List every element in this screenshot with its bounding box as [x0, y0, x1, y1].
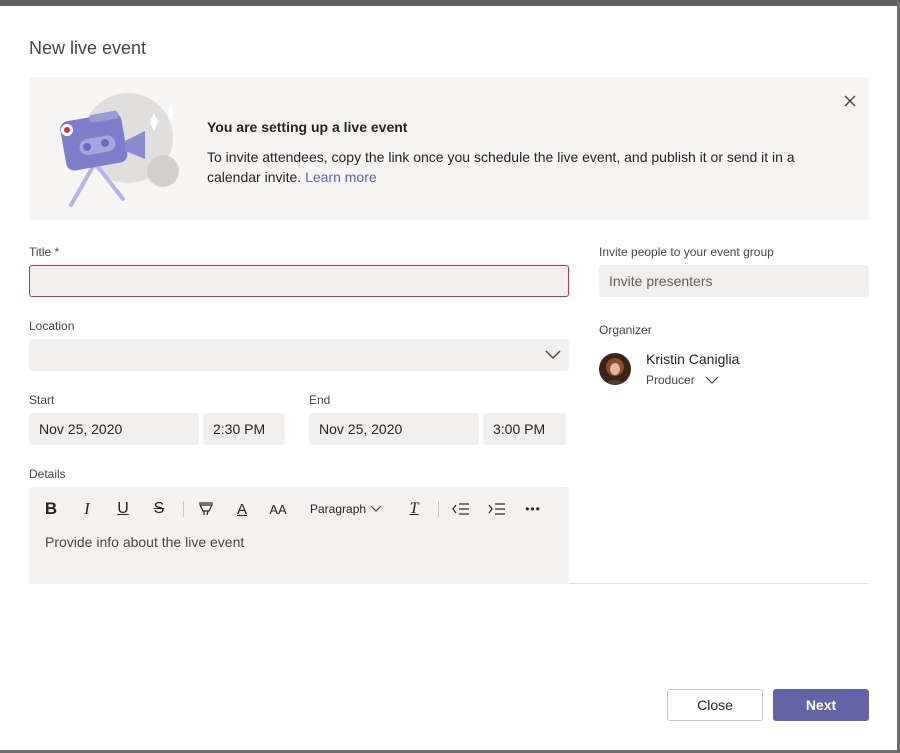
paragraph-dropdown[interactable]: Paragraph: [310, 497, 382, 521]
invite-label: Invite people to your event group: [599, 245, 774, 259]
organizer-role: Producer: [646, 373, 695, 387]
increase-indent-button[interactable]: [485, 497, 509, 521]
details-label: Details: [29, 467, 66, 481]
organizer-label: Organizer: [599, 323, 652, 337]
banner-text: To invite attendees, copy the link once …: [207, 147, 827, 187]
highlight-icon: [199, 502, 213, 516]
font-color-button[interactable]: A: [230, 497, 254, 521]
strikethrough-button[interactable]: S: [147, 497, 171, 521]
chevron-down-icon: [705, 376, 719, 384]
location-dropdown[interactable]: [29, 339, 569, 371]
dialog-title: New live event: [29, 38, 147, 58]
video-camera-icon: [60, 93, 179, 207]
start-date-value: Nov 25, 2020: [39, 421, 123, 437]
paragraph-label: Paragraph: [310, 502, 367, 516]
chevron-down-icon: [545, 350, 561, 359]
banner-description: To invite attendees, copy the link once …: [207, 149, 795, 185]
strikethrough-icon: S: [153, 500, 165, 517]
end-time-field[interactable]: 3:00 PM: [483, 413, 566, 445]
start-date-field[interactable]: Nov 25, 2020: [29, 413, 199, 445]
more-icon: •••: [525, 502, 541, 516]
highlight-button[interactable]: [194, 497, 218, 521]
clear-formatting-icon: T: [409, 500, 419, 517]
organizer-role-dropdown[interactable]: Producer: [646, 373, 719, 387]
underline-button[interactable]: U: [111, 497, 135, 521]
bold-icon: B: [44, 499, 58, 518]
end-date-field[interactable]: Nov 25, 2020: [309, 413, 479, 445]
start-time-value: 2:30 PM: [213, 421, 266, 437]
avatar: [599, 353, 631, 385]
learn-more-link[interactable]: Learn more: [305, 169, 377, 185]
info-banner: You are setting up a live event To invit…: [29, 78, 869, 220]
decrease-indent-icon: [452, 503, 470, 515]
title-input[interactable]: [29, 265, 569, 297]
divider: [569, 583, 869, 584]
start-label: Start: [29, 393, 55, 407]
font-color-icon: A: [236, 500, 247, 518]
new-live-event-dialog: New live event You are setting up a live…: [0, 6, 897, 750]
end-time-value: 3:00 PM: [493, 421, 546, 437]
start-time-field[interactable]: 2:30 PM: [203, 413, 285, 445]
details-editor[interactable]: B I U S A AA Paragraph T ••• Provide inf…: [29, 487, 569, 584]
formatting-toolbar: B I U S A AA Paragraph T •••: [39, 497, 557, 521]
end-label: End: [309, 393, 331, 407]
details-placeholder: Provide info about the live event: [45, 534, 245, 550]
font-size-icon: AA: [269, 501, 287, 517]
underline-icon: U: [117, 500, 129, 517]
close-icon[interactable]: [841, 92, 859, 110]
location-label: Location: [29, 319, 75, 333]
next-button[interactable]: Next: [773, 689, 869, 721]
bold-button[interactable]: B: [39, 497, 63, 521]
chevron-down-icon: [370, 505, 382, 512]
end-date-value: Nov 25, 2020: [319, 421, 403, 437]
banner-heading: You are setting up a live event: [207, 119, 408, 135]
organizer-name: Kristin Caniglia: [646, 351, 740, 367]
increase-indent-icon: [488, 503, 506, 515]
title-label: Title *: [29, 245, 60, 259]
italic-button[interactable]: I: [75, 497, 99, 521]
italic-icon: I: [84, 499, 90, 518]
close-button-label: Close: [697, 697, 733, 713]
decrease-indent-button[interactable]: [449, 497, 473, 521]
close-button[interactable]: Close: [667, 689, 763, 721]
toolbar-divider: [438, 501, 440, 517]
clear-formatting-button[interactable]: T: [402, 497, 426, 521]
more-options-button[interactable]: •••: [521, 497, 545, 521]
invite-placeholder: Invite presenters: [609, 273, 713, 289]
toolbar-divider: [183, 501, 184, 517]
font-size-button[interactable]: AA: [266, 497, 290, 521]
next-button-label: Next: [805, 697, 837, 713]
invite-presenters-input[interactable]: Invite presenters: [599, 265, 869, 297]
